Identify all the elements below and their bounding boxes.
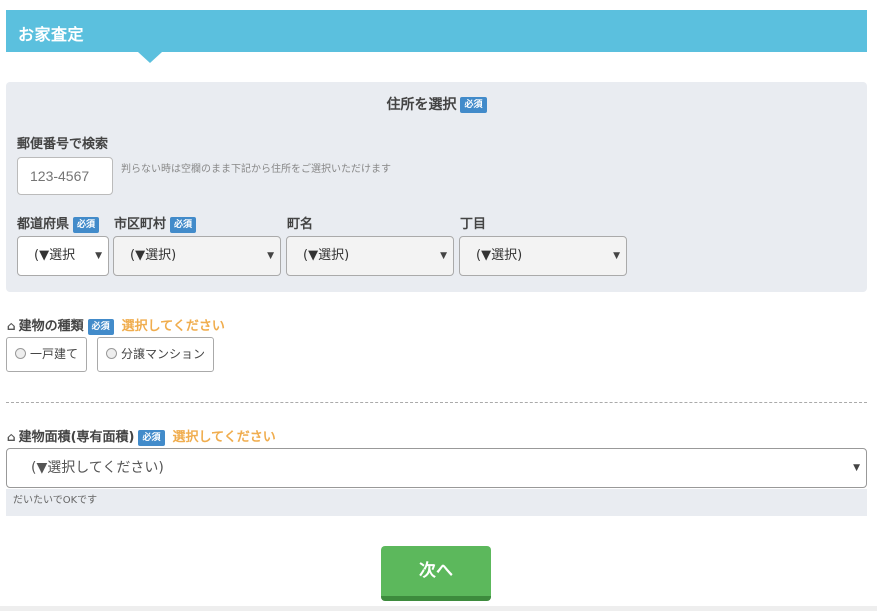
chevron-down-icon: ▼ bbox=[267, 251, 274, 261]
radio-label: 一戸建て bbox=[30, 347, 79, 361]
chome-label: 丁目 bbox=[460, 217, 487, 232]
chevron-down-icon: ▼ bbox=[95, 251, 102, 261]
required-badge: 必須 bbox=[73, 216, 100, 233]
city-select-value: (▼選択) bbox=[130, 248, 177, 263]
building-area-heading: ⌂ 建物面積(専有面積) 必須 選択してください bbox=[7, 426, 276, 446]
radio-circle bbox=[106, 348, 117, 359]
chevron-down-icon: ▼ bbox=[613, 251, 620, 261]
address-panel: 住所を選択必須 郵便番号で検索 判らない時は空欄のまま下記から住所をご選択いただ… bbox=[6, 82, 867, 292]
building-area-note: だいたいでOKです bbox=[6, 489, 867, 516]
zip-hint: 判らない時は空欄のまま下記から住所をご選択いただけます bbox=[121, 164, 391, 175]
required-badge: 必須 bbox=[170, 216, 197, 233]
prefecture-label: 都道府県 必須 bbox=[17, 213, 100, 233]
city-select[interactable]: (▼選択) ▼ bbox=[113, 236, 281, 276]
chevron-down-icon: ▼ bbox=[440, 251, 447, 261]
building-area-label: 建物面積(専有面積) bbox=[18, 430, 135, 445]
radio-circle bbox=[15, 348, 26, 359]
town-label: 町名 bbox=[287, 217, 314, 232]
chome-select[interactable]: (▼選択) ▼ bbox=[459, 236, 627, 276]
building-area-select[interactable]: (▼選択してください) ▼ bbox=[6, 448, 867, 488]
home-icon: ⌂ bbox=[7, 430, 16, 444]
next-button[interactable]: 次へ bbox=[381, 546, 491, 601]
home-icon: ⌂ bbox=[7, 319, 16, 333]
prefecture-select[interactable]: (▼選択 ▼ bbox=[17, 236, 109, 276]
city-label: 市区町村 必須 bbox=[114, 213, 197, 233]
prefecture-select-value: (▼選択 bbox=[34, 248, 76, 263]
building-area-warning: 選択してください bbox=[172, 430, 276, 445]
required-badge: 必須 bbox=[87, 318, 114, 335]
radio-label: 分譲マンション bbox=[121, 347, 206, 361]
prefecture-label-text: 都道府県 bbox=[17, 217, 70, 232]
header-pointer bbox=[138, 52, 162, 63]
zip-input[interactable] bbox=[17, 157, 113, 195]
zip-label: 郵便番号で検索 bbox=[17, 137, 109, 152]
header-bar: お家査定 bbox=[6, 10, 867, 52]
city-label-text: 市区町村 bbox=[114, 217, 167, 232]
address-title-text: 住所を選択 bbox=[386, 97, 457, 113]
building-area-value: (▼選択してください) bbox=[31, 460, 164, 476]
section-divider bbox=[6, 402, 867, 403]
town-select-value: (▼選択) bbox=[303, 248, 350, 263]
building-type-warning: 選択してください bbox=[121, 319, 225, 334]
address-title: 住所を選択 必須 bbox=[6, 94, 867, 114]
town-select[interactable]: (▼選択) ▼ bbox=[286, 236, 454, 276]
page-title: お家査定 bbox=[18, 25, 85, 44]
radio-condominium[interactable]: 分譲マンション bbox=[97, 337, 215, 372]
footer-divider bbox=[0, 606, 877, 611]
chome-select-value: (▼選択) bbox=[476, 248, 523, 263]
required-badge: 必須 bbox=[138, 429, 165, 446]
chevron-down-icon: ▼ bbox=[853, 463, 860, 473]
required-badge: 必須 bbox=[460, 97, 487, 113]
building-type-heading: ⌂ 建物の種類 必須 選択してください bbox=[7, 315, 225, 335]
radio-detached-house[interactable]: 一戸建て bbox=[6, 337, 88, 372]
building-type-label: 建物の種類 bbox=[18, 319, 84, 334]
